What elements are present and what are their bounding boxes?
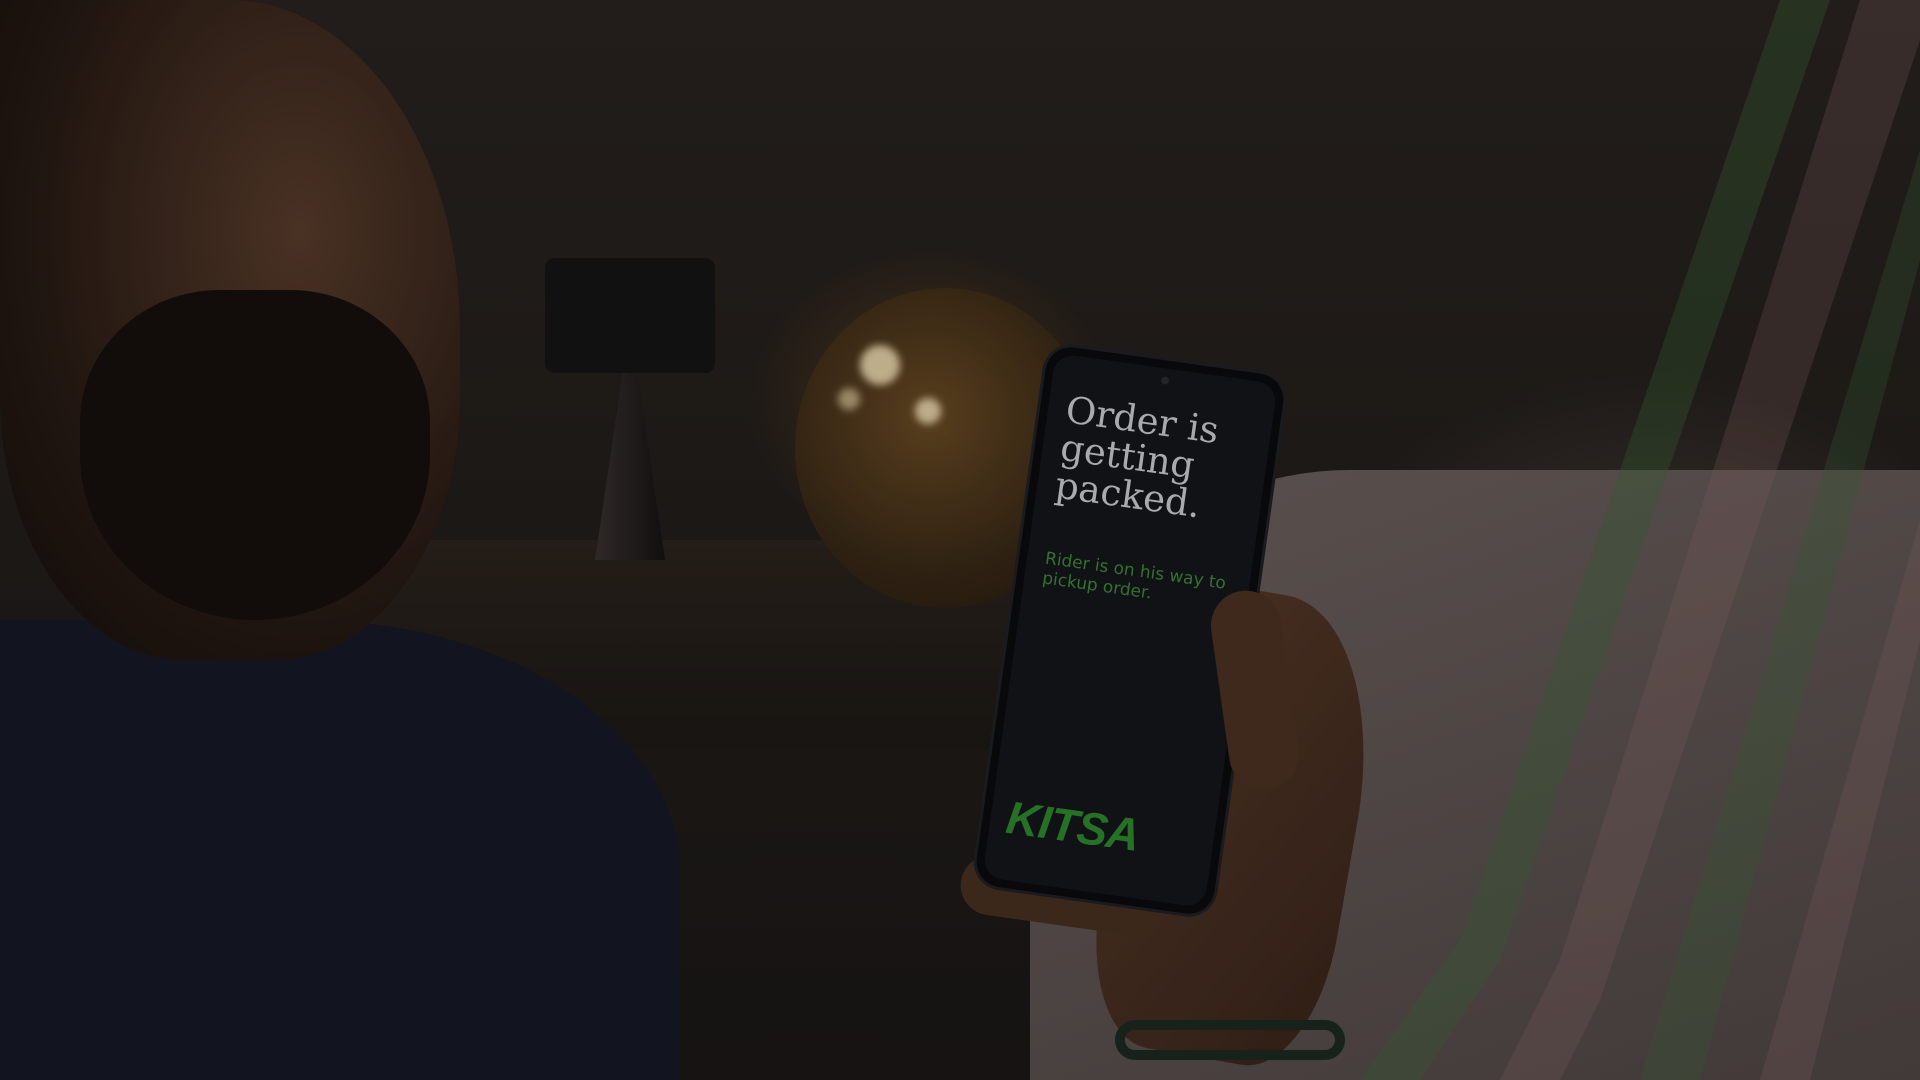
bokeh-light [915,398,941,424]
order-status-title: Order is getting packed. [1052,388,1222,527]
order-status-subtitle: Rider is on his way to pickup order. [1041,548,1228,604]
kitsa-logo: KITSA [1003,790,1143,861]
camera-icon [1160,375,1170,385]
bracelet [1115,1020,1345,1060]
bokeh-light [838,388,860,410]
lamp-shade [545,258,715,373]
bokeh-light [860,345,900,385]
person-beard [80,290,430,620]
